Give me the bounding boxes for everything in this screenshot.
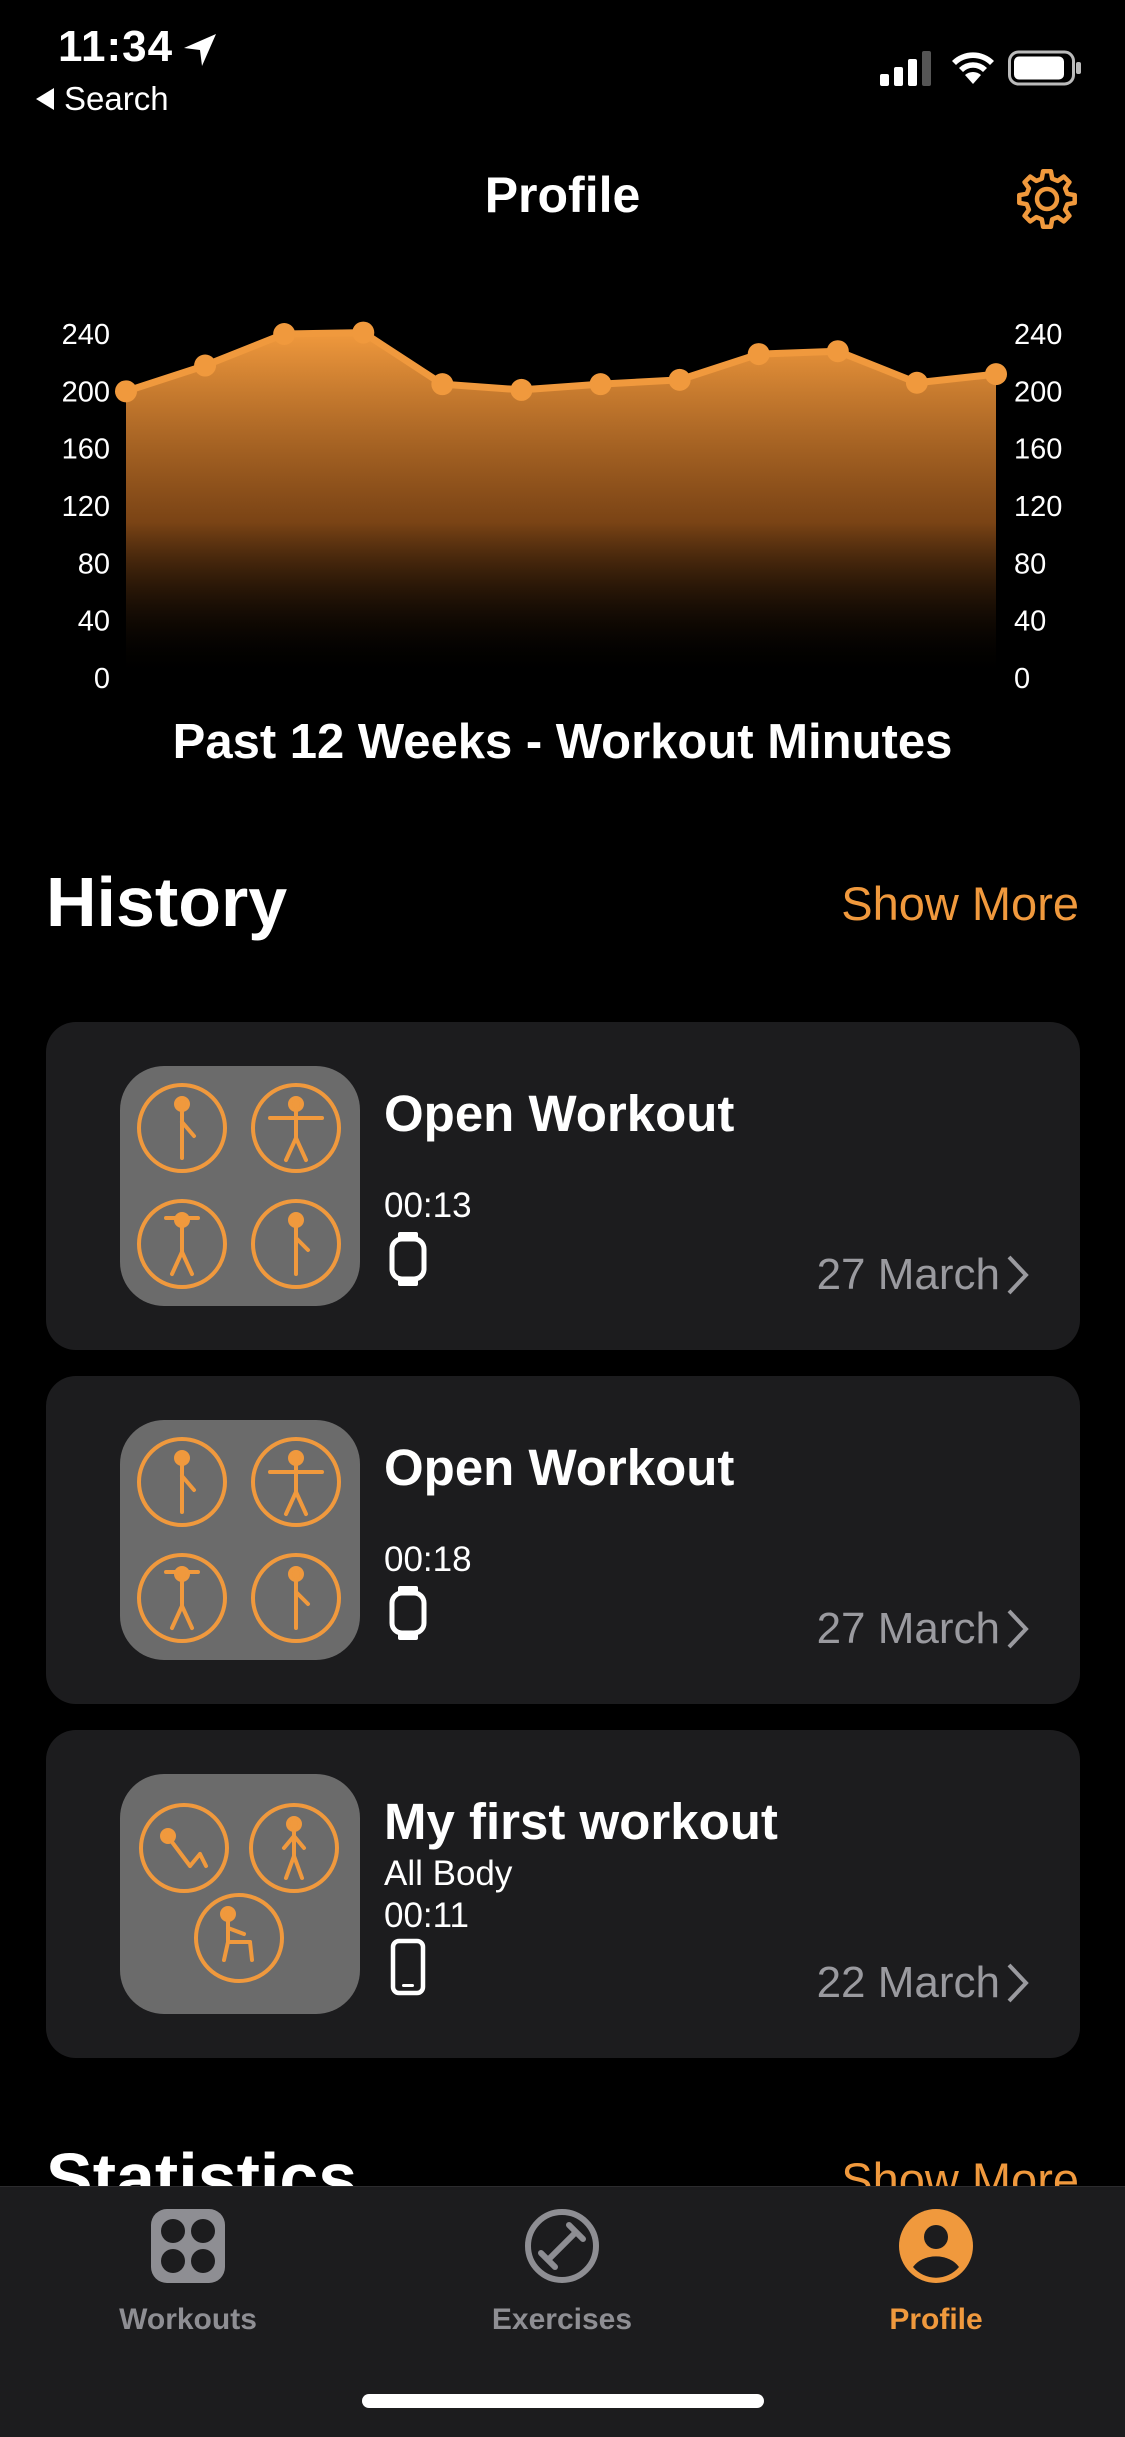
workout-duration: 00:11 bbox=[384, 1896, 469, 1935]
chart-point bbox=[115, 380, 137, 403]
person-icon bbox=[899, 2209, 973, 2283]
y-tick-label-left: 0 bbox=[94, 663, 110, 695]
chevron-right-icon bbox=[1007, 1609, 1029, 1649]
y-tick-label-left: 160 bbox=[62, 434, 110, 466]
chart-point bbox=[668, 368, 691, 391]
workout-thumbnail bbox=[120, 1066, 360, 1306]
gear-icon[interactable] bbox=[1012, 164, 1082, 234]
y-tick-label-left: 120 bbox=[62, 491, 110, 523]
workout-thumbnail bbox=[120, 1774, 360, 2014]
cellular-signal-icon bbox=[880, 51, 931, 86]
tab-profile[interactable]: Profile bbox=[816, 2207, 1056, 2337]
back-label: Search bbox=[64, 80, 169, 117]
workout-minutes-chart: 0 40 80 120 160 200 240 0 40 80 120 160 200 240 bbox=[62, 319, 1063, 695]
y-tick-label-left: 40 bbox=[78, 606, 110, 638]
history-card[interactable]: My first workout All Body 00:11 22 March bbox=[46, 1730, 1080, 2058]
y-tick-label-left: 200 bbox=[62, 376, 110, 408]
phone-icon bbox=[390, 1938, 426, 1996]
workout-duration: 00:18 bbox=[384, 1540, 472, 1579]
y-tick-label-right: 0 bbox=[1014, 663, 1030, 695]
chart-point bbox=[747, 343, 770, 366]
chart-point bbox=[273, 323, 296, 345]
workout-title: My first workout bbox=[384, 1793, 778, 1850]
y-tick-label-right: 240 bbox=[1014, 319, 1062, 351]
workout-date: 22 March bbox=[816, 1958, 1000, 2007]
tab-label: Workouts bbox=[119, 2303, 257, 2336]
tab-label: Exercises bbox=[491, 2303, 633, 2336]
chart-point bbox=[826, 340, 849, 363]
chart-title: Past 12 Weeks - Workout Minutes bbox=[172, 715, 953, 769]
tab-exercises[interactable]: Exercises bbox=[442, 2207, 682, 2337]
y-tick-label-right: 40 bbox=[1014, 606, 1046, 638]
dumbbell-icon bbox=[525, 2209, 599, 2283]
y-tick-label-right: 80 bbox=[1014, 548, 1046, 580]
chart-point bbox=[985, 363, 1007, 386]
y-tick-label-left: 80 bbox=[78, 548, 110, 580]
workout-title: Open Workout bbox=[384, 1439, 735, 1496]
chart-point bbox=[431, 373, 454, 396]
back-triangle-icon bbox=[36, 88, 54, 110]
chart-point bbox=[510, 378, 533, 401]
y-tick-label-right: 120 bbox=[1014, 491, 1062, 523]
y-tick-label-right: 200 bbox=[1014, 376, 1062, 408]
history-card[interactable]: Open Workout 00:18 27 March bbox=[46, 1376, 1080, 1704]
watch-icon bbox=[389, 1232, 427, 1286]
workout-thumbnail bbox=[120, 1420, 360, 1660]
watch-icon bbox=[389, 1586, 427, 1640]
workout-subtitle: All Body bbox=[384, 1854, 513, 1893]
workout-title: Open Workout bbox=[384, 1085, 735, 1142]
chevron-right-icon bbox=[1007, 1255, 1029, 1295]
grid-icon bbox=[151, 2209, 225, 2283]
workout-duration: 00:13 bbox=[384, 1186, 472, 1225]
chart-point bbox=[905, 371, 928, 394]
battery-icon bbox=[1008, 50, 1081, 86]
history-show-more-button[interactable]: Show More bbox=[841, 876, 1079, 931]
home-indicator bbox=[362, 2394, 764, 2408]
history-card[interactable]: Open Workout 00:13 27 March bbox=[46, 1022, 1080, 1350]
workout-date: 27 March bbox=[816, 1604, 1000, 1653]
status-time: 11:34 bbox=[58, 22, 174, 71]
chevron-right-icon bbox=[1007, 1963, 1029, 2003]
tab-label: Profile bbox=[889, 2303, 983, 2336]
chart-point bbox=[194, 354, 217, 377]
y-tick-label-left: 240 bbox=[62, 319, 110, 351]
tab-workouts[interactable]: Workouts bbox=[68, 2207, 308, 2337]
chart-point bbox=[352, 321, 375, 344]
location-arrow-icon bbox=[184, 34, 216, 66]
chart-point bbox=[589, 373, 612, 396]
y-tick-label-right: 160 bbox=[1014, 434, 1062, 466]
workout-date: 27 March bbox=[816, 1250, 1000, 1299]
page-title: Profile bbox=[484, 167, 641, 223]
wifi-icon bbox=[952, 52, 994, 84]
back-to-search-link[interactable]: Search bbox=[36, 80, 169, 118]
history-heading: History bbox=[46, 863, 288, 941]
